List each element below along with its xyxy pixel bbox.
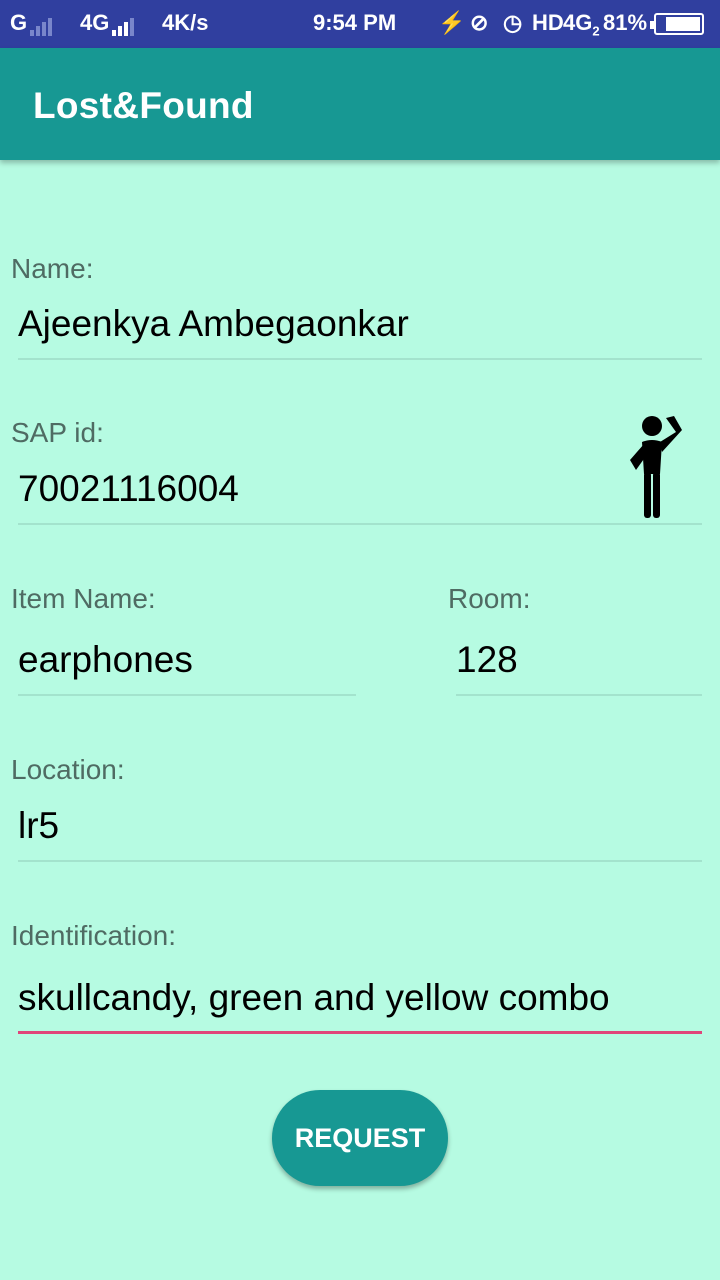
battery-percent: 81% [603,10,648,35]
item-name-label: Item Name: [11,583,156,614]
name-field[interactable] [18,290,702,360]
alarm-icon: ◷ [503,10,523,35]
room-input[interactable] [456,628,702,692]
location-input[interactable] [18,794,702,858]
sap-id-field[interactable] [18,455,702,525]
location-label: Location: [11,754,125,785]
battery-fill [665,17,700,31]
room-label: Room: [448,583,531,614]
item-name-field[interactable] [18,626,356,696]
signal-icon [30,10,54,36]
network-type-label: 4G [80,10,110,35]
item-name-input[interactable] [18,628,356,692]
sap-id-input[interactable] [18,457,702,521]
status-bar: G 4G 4K/s 9:54 PM ⚡ ⊘ ◷ HD 4G2 81% [0,0,720,48]
request-button[interactable]: REQUEST [272,1090,448,1186]
sim-index: 2 [592,23,600,39]
identification-input[interactable] [18,966,702,1030]
signal-icon [112,10,136,36]
name-input[interactable] [18,292,702,356]
hd-indicator: HD [532,10,564,35]
sap-id-label: SAP id: [11,417,104,448]
identification-field[interactable] [18,964,702,1034]
battery-icon [650,13,704,35]
network-type-label: 4G [563,10,593,35]
network-type-label: G [10,10,28,35]
person-thinking-icon [630,416,682,518]
mute-icon: ⊘ [470,10,489,35]
location-field[interactable] [18,792,702,862]
network-indicator-2: 4G [80,10,136,36]
room-field[interactable] [456,626,702,696]
clock: 9:54 PM [313,10,397,35]
identification-label: Identification: [11,920,176,951]
app-bar: Lost&Found [0,48,720,160]
name-label: Name: [11,253,94,284]
battery-saver-icon: ⚡ [438,10,466,35]
network-indicator-3: 4G2 [563,10,600,38]
network-speed: 4K/s [162,10,209,35]
app-title: Lost&Found [33,85,254,126]
network-indicator-1: G [10,10,54,36]
